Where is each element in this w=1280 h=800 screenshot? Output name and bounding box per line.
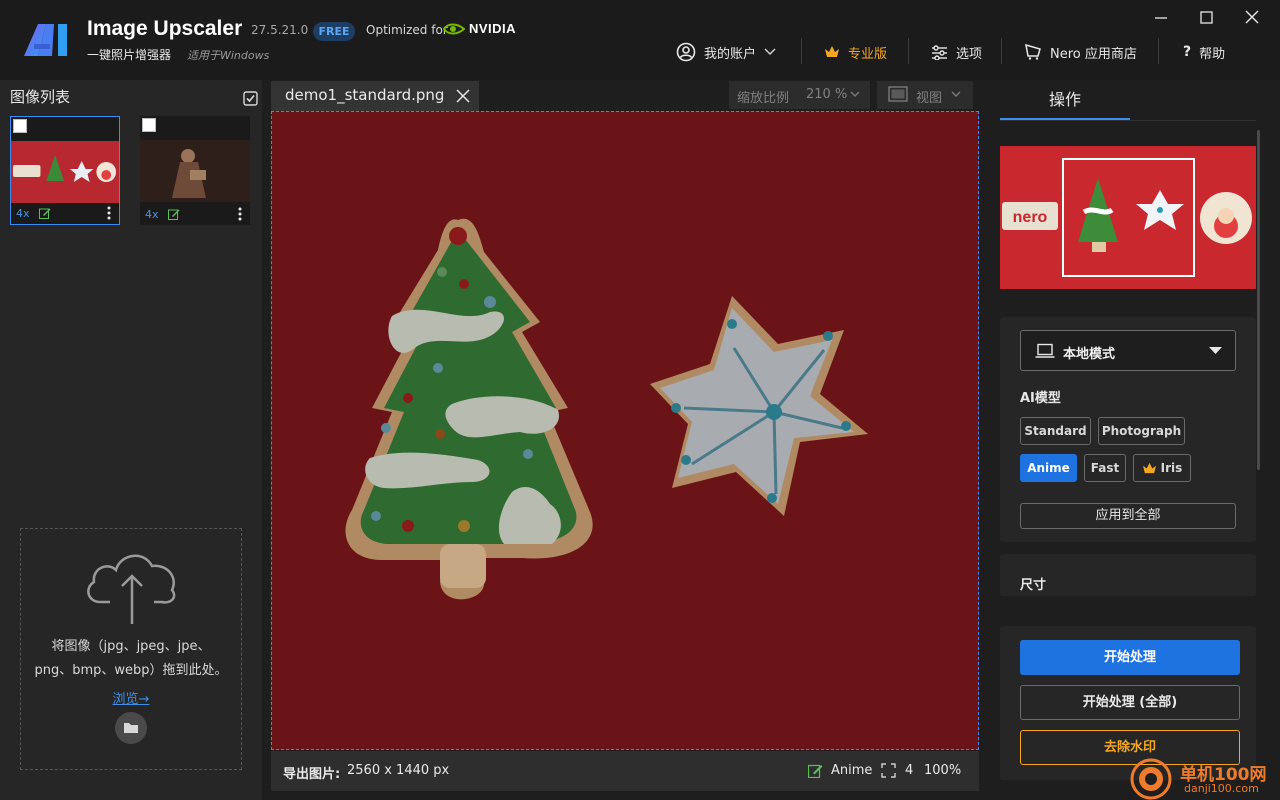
chevron-down-icon: [850, 91, 860, 97]
app-subtitle: 一键照片增强器: [87, 48, 172, 62]
nvidia-label: NVIDIA: [469, 21, 517, 36]
nav-divider: [801, 38, 802, 64]
nav-options[interactable]: 选项: [931, 38, 982, 66]
upload-cloud-icon: [87, 554, 176, 624]
thumbnail-item[interactable]: 4x: [10, 116, 120, 225]
mode-label: 本地模式: [1063, 347, 1116, 362]
view-mode-icon: [888, 86, 908, 102]
site-watermark-logo: [1130, 758, 1172, 800]
more-options-icon[interactable]: [238, 207, 242, 221]
thumbnail-image: [140, 140, 250, 202]
crown-icon: [1142, 462, 1156, 473]
free-badge: FREE: [313, 22, 355, 41]
more-options-icon[interactable]: [107, 206, 111, 220]
export-label: 导出图片:: [283, 767, 341, 782]
chevron-down-icon: [764, 48, 776, 56]
browse-link[interactable]: 浏览→: [20, 688, 242, 707]
thumbnail-checkbox[interactable]: [13, 119, 27, 133]
nav-divider: [1001, 38, 1002, 64]
thumbnail-scale: 4x: [16, 207, 30, 220]
nav-account-label: 我的账户: [704, 46, 757, 62]
model-iris-label: Iris: [1160, 461, 1183, 475]
help-icon: ?: [1183, 44, 1192, 60]
image-canvas[interactable]: [271, 111, 979, 750]
crown-icon: [825, 46, 839, 57]
site-watermark-url: danji100.com: [1184, 782, 1259, 795]
image-list-title: 图像列表: [10, 88, 71, 106]
ai-model-title: AI模型: [1020, 391, 1061, 406]
app-title: Image Upscaler: [87, 17, 243, 40]
tab-divider: [1000, 120, 1256, 121]
laptop-icon: [1035, 343, 1055, 358]
nav-help[interactable]: ? 帮助: [1183, 38, 1225, 66]
folder-icon: [124, 723, 138, 733]
model-standard-button[interactable]: Standard: [1020, 417, 1091, 445]
image-preview: [272, 112, 978, 749]
nav-pro[interactable]: 专业版: [824, 38, 887, 66]
edit-icon: [39, 208, 51, 219]
scrollbar[interactable]: [1257, 130, 1260, 470]
edit-icon: [168, 209, 180, 220]
file-tab-label: demo1_standard.png: [285, 86, 445, 104]
apply-to-all-button[interactable]: 应用到全部: [1020, 503, 1236, 529]
thumbnail-image: [11, 141, 119, 203]
svg-text:nero: nero: [1013, 209, 1048, 226]
drop-zone-text: 将图像（jpg、jpeg、jpe、: [51, 639, 211, 654]
status-model: Anime: [831, 763, 873, 778]
edit-icon: [808, 764, 823, 778]
thumbnail-scale: 4x: [145, 208, 159, 221]
model-anime-button[interactable]: Anime: [1020, 454, 1077, 482]
nav-store-label: Nero 应用商店: [1050, 46, 1137, 62]
nav-store[interactable]: Nero 应用商店: [1024, 38, 1137, 66]
zoom-label: 缩放比例: [737, 91, 790, 106]
thumbnail-item[interactable]: 4x: [140, 116, 250, 225]
optimized-for-label: Optimized for: [366, 23, 448, 37]
maximize-icon[interactable]: [1193, 6, 1219, 30]
export-size: 2560 x 1440 px: [347, 763, 450, 778]
status-scale: 4: [905, 763, 914, 778]
nav-divider: [1158, 38, 1159, 64]
model-photograph-button[interactable]: Photograph: [1098, 417, 1185, 445]
drop-zone-text: png、bmp、webp）拖到此处。: [34, 663, 228, 678]
app-subtitle-os: 适用于Windows: [187, 49, 270, 62]
size-title: 尺寸: [1020, 578, 1047, 593]
sliders-icon: [932, 44, 947, 60]
model-fast-button[interactable]: Fast: [1084, 454, 1126, 482]
thumbnail-checkbox[interactable]: [142, 118, 156, 132]
model-iris-button[interactable]: Iris: [1133, 454, 1191, 482]
view-label: 视图: [916, 91, 943, 106]
close-tab-icon[interactable]: [456, 89, 470, 103]
user-icon: [676, 42, 696, 62]
nav-help-label: 帮助: [1199, 46, 1226, 62]
nav-options-label: 选项: [956, 46, 983, 62]
nvidia-logo: NVIDIA: [443, 21, 516, 36]
expand-icon: [881, 763, 896, 778]
chevron-down-icon: [951, 91, 961, 97]
caret-down-icon: [1209, 347, 1222, 354]
minimize-icon[interactable]: [1148, 6, 1174, 30]
tab-operations[interactable]: 操作: [1000, 88, 1130, 120]
app-logo-icon: [24, 24, 67, 56]
store-icon: [1025, 44, 1041, 60]
close-icon[interactable]: [1239, 6, 1265, 30]
nvidia-eye-icon: [443, 23, 465, 34]
nav-pro-label: 专业版: [848, 46, 888, 62]
nav-divider: [908, 38, 909, 64]
app-version: 27.5.21.0: [251, 23, 309, 37]
start-processing-all-button[interactable]: 开始处理 (全部): [1020, 685, 1240, 720]
select-all-checkbox-icon[interactable]: [243, 91, 258, 106]
zoom-value: 210 %: [806, 87, 848, 102]
nav-account[interactable]: 我的账户: [676, 38, 776, 66]
folder-button[interactable]: [115, 712, 147, 744]
status-zoom: 100%: [924, 763, 962, 778]
navigator-viewport-frame[interactable]: [1062, 158, 1195, 277]
start-processing-button[interactable]: 开始处理: [1020, 640, 1240, 675]
